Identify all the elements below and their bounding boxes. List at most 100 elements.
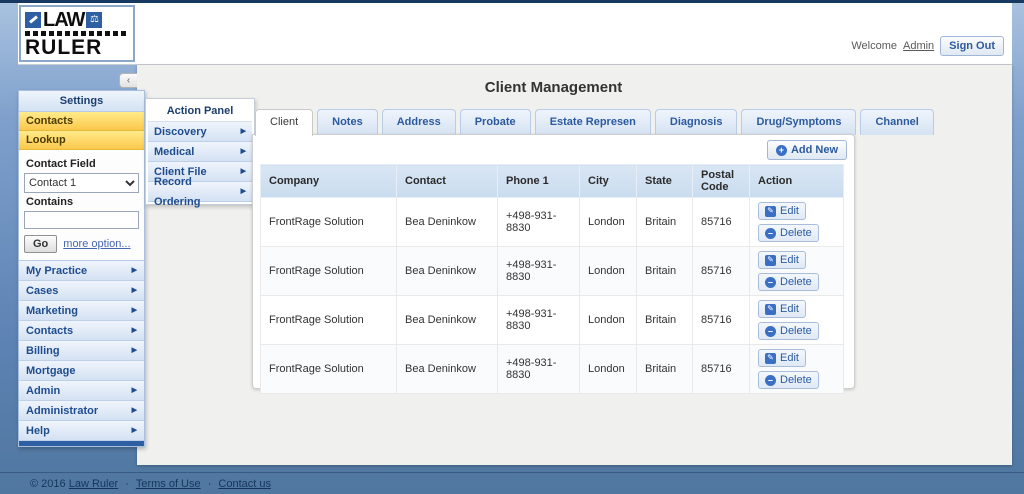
delete-button[interactable]: – Delete xyxy=(758,224,819,242)
sidebar-collapse-button[interactable]: ‹ xyxy=(119,73,137,88)
admin-user-link[interactable]: Admin xyxy=(903,40,934,52)
sidebar-item-billing[interactable]: Billing ▶ xyxy=(19,341,144,361)
footer-brand-link[interactable]: Law Ruler xyxy=(69,478,119,490)
clients-table: Company Contact Phone 1 City State Postal Cod… xyxy=(260,164,844,394)
pencil-icon: ✎ xyxy=(765,205,776,217)
cell-postal-code: 85716 xyxy=(692,246,750,296)
cell-phone1: +498-931-8830 xyxy=(497,344,580,394)
pencil-icon: ✎ xyxy=(765,352,776,364)
action-panel-item-record-ordering[interactable]: Record Ordering ▶ xyxy=(148,176,252,208)
go-button[interactable]: Go xyxy=(24,235,58,253)
sidebar-item-contacts[interactable]: Contacts xyxy=(19,112,144,131)
sidebar-item-admin[interactable]: Admin ▶ xyxy=(19,381,144,401)
cell-city: London xyxy=(579,246,637,296)
pencil-icon: ✎ xyxy=(765,303,776,315)
edit-button[interactable]: ✎ Edit xyxy=(758,251,806,269)
sidebar-item-cases[interactable]: Cases ▶ xyxy=(19,281,144,301)
cell-contact: Bea Deninkow xyxy=(396,295,498,345)
cell-contact: Bea Deninkow xyxy=(396,197,498,247)
logo-text-ruler: RULER xyxy=(25,35,103,59)
table-row: FrontRage Solution Bea Deninkow +498-931-8… xyxy=(260,295,844,345)
chevron-right-icon: ▶ xyxy=(240,127,246,135)
column-header-contact: Contact xyxy=(396,164,498,198)
minus-icon: – xyxy=(765,374,776,386)
sidebar-item-contacts[interactable]: Contacts ▶ xyxy=(19,321,144,341)
welcome-area: Welcome Admin Sign Out xyxy=(851,36,1004,56)
page: LAW ⚖ RULER Welcome Admin Sign Out ‹ Cli… xyxy=(0,0,1024,494)
edit-button[interactable]: ✎ Edit xyxy=(758,300,806,318)
cell-action: ✎ Edit – Delete xyxy=(749,197,844,247)
tab-address[interactable]: Address xyxy=(381,109,456,135)
chevron-right-icon: ▶ xyxy=(131,426,137,434)
contact-field-label: Contact Field xyxy=(26,158,96,170)
cell-company: FrontRage Solution xyxy=(260,344,397,394)
tab-diagnosis[interactable]: Diagnosis xyxy=(654,109,738,135)
cell-state: Britain xyxy=(636,246,693,296)
footer-contact-link[interactable]: Contact us xyxy=(218,478,271,490)
cell-postal-code: 85716 xyxy=(692,344,750,394)
chevron-right-icon: ▶ xyxy=(240,187,246,195)
settings-sidebar: Settings Contacts Lookup Contact Field Co… xyxy=(18,90,145,447)
cell-state: Britain xyxy=(636,295,693,345)
action-panel: Action Panel Discovery ▶ Medical ▶ Client Fi… xyxy=(145,98,255,208)
logo-text-law: LAW xyxy=(43,8,85,31)
footer-terms-link[interactable]: Terms of Use xyxy=(136,478,201,490)
contains-label: Contains xyxy=(26,196,74,208)
sidebar-title: Settings xyxy=(19,91,144,112)
cell-contact: Bea Deninkow xyxy=(396,246,498,296)
sidebar-item-help[interactable]: Help ▶ xyxy=(19,421,144,441)
chevron-right-icon: ▶ xyxy=(131,266,137,274)
table-header-row: Company Contact Phone 1 City State Postal Cod… xyxy=(260,164,844,198)
scales-icon: ⚖ xyxy=(86,11,103,28)
edit-button[interactable]: ✎ Edit xyxy=(758,349,806,367)
delete-button[interactable]: – Delete xyxy=(758,273,819,291)
contains-input[interactable] xyxy=(24,211,139,229)
tab-client[interactable]: Client xyxy=(255,109,314,136)
tab-channel[interactable]: Channel xyxy=(860,109,934,135)
more-option-link[interactable]: more option... xyxy=(63,238,130,250)
tab-bar: Client Notes Address Probate Estate Represen… xyxy=(255,109,934,136)
cell-city: London xyxy=(579,197,637,247)
tab-probate[interactable]: Probate xyxy=(459,109,531,135)
contact-field-select[interactable]: Contact 1 xyxy=(24,173,139,193)
sidebar-item-marketing[interactable]: Marketing ▶ xyxy=(19,301,144,321)
tab-notes[interactable]: Notes xyxy=(317,109,378,135)
tab-estate-represen[interactable]: Estate Represen xyxy=(534,109,651,135)
cell-state: Britain xyxy=(636,344,693,394)
delete-button[interactable]: – Delete xyxy=(758,322,819,340)
cell-company: FrontRage Solution xyxy=(260,295,397,345)
add-new-button[interactable]: + Add New xyxy=(766,140,847,160)
action-panel-item-discovery[interactable]: Discovery ▶ xyxy=(148,122,252,142)
cell-state: Britain xyxy=(636,197,693,247)
minus-icon: – xyxy=(765,227,776,239)
cell-postal-code: 85716 xyxy=(692,197,750,247)
chevron-right-icon: ▶ xyxy=(240,147,246,155)
sidebar-item-mortgage[interactable]: Mortgage xyxy=(19,361,144,381)
sidebar-item-my-practice[interactable]: My Practice ▶ xyxy=(19,261,144,281)
edit-button[interactable]: ✎ Edit xyxy=(758,202,806,220)
law-ruler-logo: LAW ⚖ RULER xyxy=(19,5,135,62)
chevron-right-icon: ▶ xyxy=(131,306,137,314)
column-header-company: Company xyxy=(260,164,397,198)
chevron-right-icon: ▶ xyxy=(240,167,246,175)
cell-action: ✎ Edit – Delete xyxy=(749,295,844,345)
sidebar-item-lookup[interactable]: Lookup xyxy=(19,131,144,150)
tab-drug-symptoms[interactable]: Drug/Symptoms xyxy=(741,109,857,135)
action-panel-title: Action Panel xyxy=(148,101,252,122)
sidebar-footer-bar xyxy=(19,441,144,446)
add-new-label: Add New xyxy=(790,144,838,156)
action-panel-item-medical[interactable]: Medical ▶ xyxy=(148,142,252,162)
minus-icon: – xyxy=(765,276,776,288)
content-area: ‹ Client Management Client Notes Address Pr… xyxy=(119,65,1012,465)
cell-phone1: +498-931-8830 xyxy=(497,246,580,296)
sign-out-button[interactable]: Sign Out xyxy=(940,36,1004,56)
chevron-right-icon: ▶ xyxy=(131,326,137,334)
column-header-action: Action xyxy=(749,164,844,198)
cell-contact: Bea Deninkow xyxy=(396,344,498,394)
sidebar-item-administrator[interactable]: Administrator ▶ xyxy=(19,401,144,421)
chevron-right-icon: ▶ xyxy=(131,386,137,394)
delete-button[interactable]: – Delete xyxy=(758,371,819,389)
column-header-phone-1: Phone 1 xyxy=(497,164,580,198)
table-row: FrontRage Solution Bea Deninkow +498-931-8… xyxy=(260,197,844,247)
table-row: FrontRage Solution Bea Deninkow +498-931-8… xyxy=(260,344,844,394)
